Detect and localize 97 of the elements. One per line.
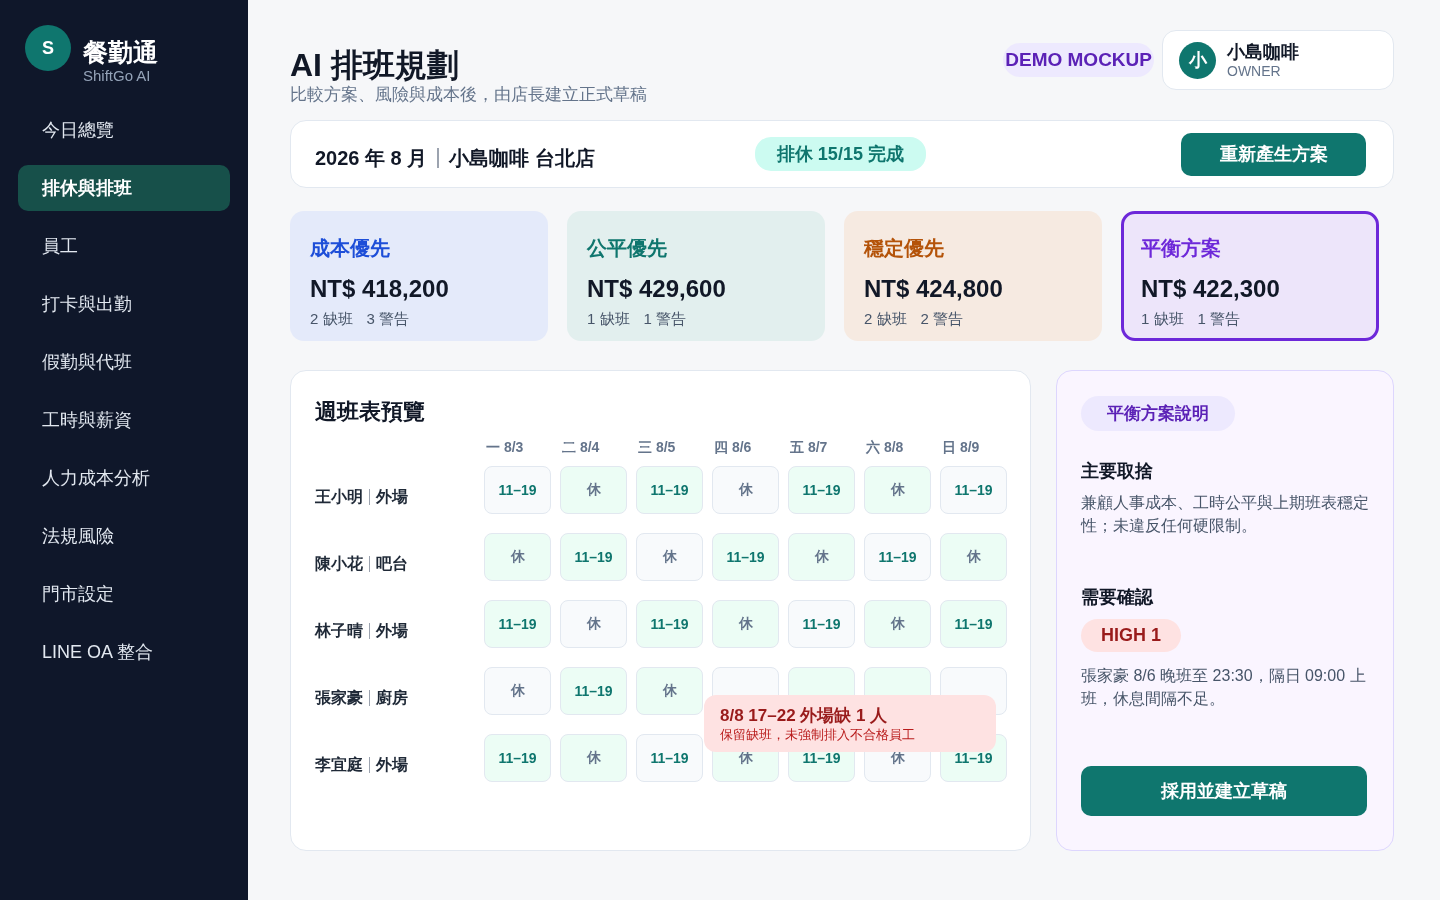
employee-name: 張家豪 (315, 687, 363, 708)
shift-cell[interactable]: 11–19 (788, 466, 855, 514)
sidebar-item[interactable]: 今日總覽 (18, 107, 230, 153)
shift-cell[interactable]: 休 (636, 533, 703, 581)
employee-name: 林子晴 (315, 620, 363, 641)
shift-cell[interactable]: 11–19 (636, 600, 703, 648)
warning-count: 1 警告 (643, 310, 687, 329)
employee-name: 李宜庭 (315, 754, 363, 775)
logo-badge: S (25, 25, 71, 71)
plan-cost: NT$ 429,600 (587, 274, 727, 304)
store-name: 小島咖啡 台北店 (449, 145, 595, 171)
user-name: 小島咖啡 (1227, 41, 1299, 63)
day-header: 二 8/4 (561, 439, 601, 457)
plan-title: 公平優先 (587, 236, 668, 261)
day-header: 五 8/7 (789, 439, 829, 457)
employee-role: 廚房 (376, 687, 408, 708)
gap-count: 1 缺班 (587, 310, 630, 329)
sidebar-item[interactable]: 員工 (18, 223, 230, 269)
shift-cell[interactable]: 11–19 (864, 533, 931, 581)
status-badge: 排休 15/15 完成 (754, 137, 926, 171)
shift-cell[interactable]: 休 (712, 600, 779, 648)
sidebar-item[interactable]: 法規風險 (18, 513, 230, 559)
sidebar-item[interactable]: 假勤與代班 (18, 339, 230, 385)
plan-title: 穩定優先 (864, 236, 945, 261)
shift-cell[interactable]: 休 (940, 533, 1007, 581)
day-header: 日 8/9 (941, 439, 981, 457)
plan-title: 成本優先 (310, 236, 391, 261)
shift-cell[interactable]: 休 (484, 533, 551, 581)
plan-title: 平衡方案 (1141, 236, 1222, 261)
shift-cell[interactable]: 11–19 (788, 600, 855, 648)
employee-role: 吧台 (376, 553, 408, 574)
shift-cell[interactable]: 休 (864, 466, 931, 514)
employee-role: 外場 (376, 754, 408, 775)
sidebar-item[interactable]: 門市設定 (18, 571, 230, 617)
severity-badge: HIGH 1 (1081, 619, 1181, 652)
shift-cell[interactable]: 11–19 (940, 466, 1007, 514)
page-title: AI 排班規劃 (290, 46, 460, 84)
employee-name: 王小明 (315, 486, 363, 507)
shift-cell[interactable]: 11–19 (940, 600, 1007, 648)
shift-cell[interactable]: 休 (636, 667, 703, 715)
plan-card[interactable]: 平衡方案 NT$ 422,300 1 缺班 1 警告 (1121, 211, 1379, 341)
shift-cell[interactable]: 11–19 (636, 734, 703, 782)
plan-tag: 平衡方案說明 (1081, 396, 1235, 431)
plan-cost: NT$ 418,200 (310, 274, 450, 304)
shift-cell[interactable]: 休 (712, 466, 779, 514)
day-header: 一 8/3 (485, 439, 525, 457)
warning-count: 3 警告 (366, 310, 410, 329)
user-role: OWNER (1227, 63, 1282, 79)
regenerate-button[interactable]: 重新產生方案 (1181, 132, 1366, 176)
shift-cell[interactable]: 11–19 (636, 466, 703, 514)
gap-count: 2 缺班 (310, 310, 353, 329)
shift-cell[interactable]: 休 (560, 600, 627, 648)
plan-cost: NT$ 424,800 (864, 274, 1004, 304)
sidebar-item[interactable]: 工時與薪資 (18, 397, 230, 443)
section-heading: 主要取捨 (1081, 460, 1153, 483)
sidebar-item[interactable]: LINE OA 整合 (18, 629, 230, 675)
sidebar-item[interactable]: 打卡與出勤 (18, 281, 230, 327)
plan-card[interactable]: 成本優先 NT$ 418,200 2 缺班 3 警告 (290, 211, 548, 341)
warning-count: 1 警告 (1197, 310, 1241, 329)
user-avatar: 小 (1179, 41, 1216, 79)
shift-cell[interactable]: 休 (864, 600, 931, 648)
shift-cell[interactable]: 11–19 (560, 667, 627, 715)
brand-subtitle: ShiftGo AI (83, 67, 152, 85)
shift-cell[interactable]: 休 (560, 466, 627, 514)
shift-cell[interactable]: 11–19 (484, 600, 551, 648)
employee-role: 外場 (376, 486, 408, 507)
section-title: 週班表預覽 (315, 398, 426, 426)
employee-name: 陳小花 (315, 553, 363, 574)
employee-role: 外場 (376, 620, 408, 641)
gap-count: 1 缺班 (1141, 310, 1184, 329)
tradeoff-text: 兼顧人事成本、工時公平與上期班表穩定性；未違反任何硬限制。 (1081, 493, 1369, 536)
period-label: 2026 年 8 月 (315, 145, 428, 171)
shift-cell[interactable]: 11–19 (560, 533, 627, 581)
confirm-text: 張家豪 8/6 晚班至 23:30，隔日 09:00 上班，休息間隔不足。 (1081, 666, 1367, 709)
adopt-button[interactable]: 採用並建立草稿 (1081, 766, 1367, 816)
shift-cell[interactable]: 休 (484, 667, 551, 715)
alert-title: 8/8 17–22 外場缺 1 人 (720, 705, 889, 727)
user-card[interactable]: 小 小島咖啡 OWNER (1162, 30, 1394, 90)
warning-count: 2 警告 (920, 310, 964, 329)
page-subtitle: 比較方案、風險與成本後，由店長建立正式草稿 (290, 84, 647, 106)
plan-card[interactable]: 穩定優先 NT$ 424,800 2 缺班 2 警告 (844, 211, 1102, 341)
day-header: 六 8/8 (865, 439, 905, 457)
sidebar-item[interactable]: 人力成本分析 (18, 455, 230, 501)
shift-cell[interactable]: 休 (788, 533, 855, 581)
demo-badge: DEMO MOCKUP (1003, 43, 1154, 77)
shift-cell[interactable]: 11–19 (484, 734, 551, 782)
day-header: 三 8/5 (637, 439, 677, 457)
brand-name: 餐勤通 (83, 37, 158, 67)
plan-card[interactable]: 公平優先 NT$ 429,600 1 缺班 1 警告 (567, 211, 825, 341)
section-heading: 需要確認 (1081, 586, 1153, 609)
day-header: 四 8/6 (713, 439, 753, 457)
shift-cell[interactable]: 休 (560, 734, 627, 782)
plan-cost: NT$ 422,300 (1141, 274, 1281, 304)
gap-count: 2 缺班 (864, 310, 907, 329)
sidebar-item[interactable]: 排休與排班 (18, 165, 230, 211)
shift-cell[interactable]: 11–19 (484, 466, 551, 514)
shift-cell[interactable]: 11–19 (712, 533, 779, 581)
